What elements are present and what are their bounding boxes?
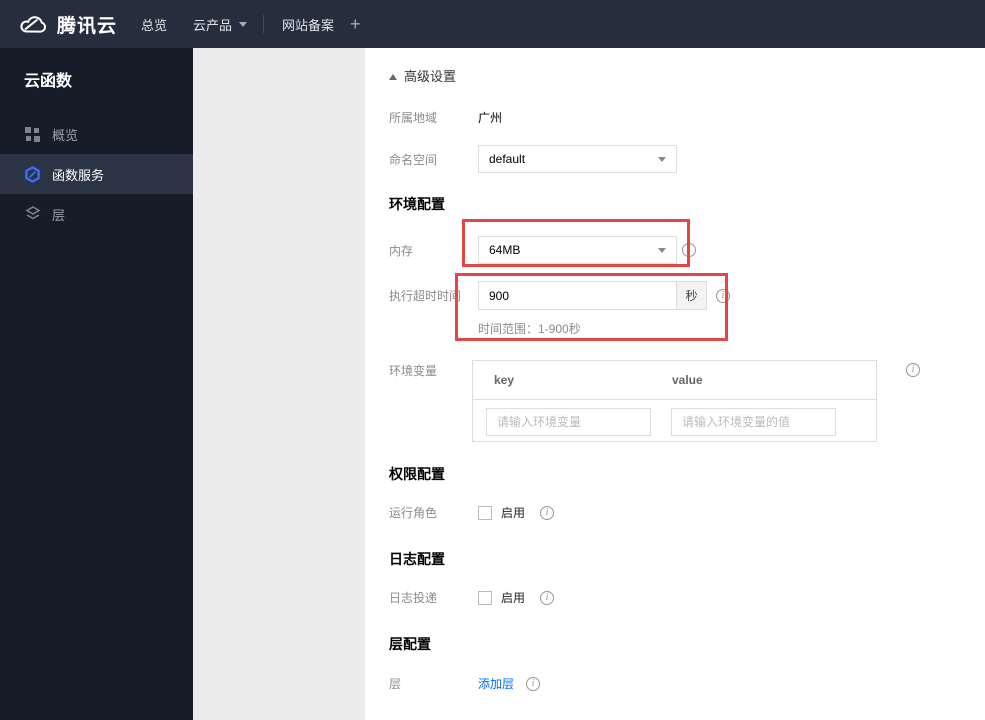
- collapse-arrow-icon: [389, 70, 397, 80]
- chevron-down-icon: [658, 247, 666, 257]
- log-delivery-row: 日志投递 启用: [389, 589, 555, 606]
- env-value-header: value: [672, 373, 703, 387]
- chevron-down-icon: [239, 21, 248, 31]
- timeout-hint: 时间范围：1-900秒: [478, 322, 581, 336]
- env-vars-row: 环境变量: [389, 362, 478, 379]
- add-layer-link[interactable]: 添加层: [478, 675, 514, 692]
- memory-select[interactable]: 64MB: [478, 236, 677, 264]
- tencent-cloud-logo[interactable]: 腾讯云: [18, 0, 117, 48]
- layer-row: 层 添加层: [389, 675, 541, 692]
- nav-overview[interactable]: 总览: [141, 15, 167, 34]
- section-env-config: 环境配置: [389, 196, 445, 212]
- run-role-enable-label: 启用: [501, 506, 526, 520]
- sidebar-item-label: 函数服务: [52, 167, 105, 183]
- app-window: 腾讯云 总览 云产品 网站备案 + 云函数 概览 函数服务 层 高级设置 所属地…: [0, 0, 985, 720]
- env-vars-info-icon[interactable]: [906, 363, 920, 377]
- env-vars-input-row: [473, 400, 876, 436]
- region-label: 所属地域: [389, 110, 438, 125]
- namespace-select[interactable]: default: [478, 145, 677, 173]
- timeout-info-icon[interactable]: [716, 289, 730, 303]
- sidebar-item-layers[interactable]: 层: [0, 194, 193, 234]
- sidebar-item-label: 概览: [52, 127, 79, 143]
- scf-icon: [24, 165, 41, 183]
- memory-selected-value: 64MB: [489, 243, 521, 257]
- grid-icon: [24, 126, 41, 143]
- timeout-row: 执行超时时间 秒: [389, 281, 707, 310]
- cloud-logo-icon: [20, 16, 47, 33]
- secondary-panel: [193, 48, 365, 720]
- sidebar-item-overview[interactable]: 概览: [0, 114, 193, 154]
- sidebar-item-function-service[interactable]: 函数服务: [0, 154, 193, 194]
- nav-divider: [263, 15, 265, 33]
- sidebar: 云函数 概览 函数服务 层: [0, 48, 193, 720]
- sidebar-item-label: 层: [52, 207, 66, 223]
- run-role-row: 运行角色 启用: [389, 504, 555, 521]
- region-value: 广州: [478, 110, 503, 125]
- nav-icp-filing[interactable]: 网站备案: [282, 15, 334, 34]
- advanced-settings-toggle[interactable]: 高级设置: [389, 66, 456, 85]
- env-value-input[interactable]: [671, 408, 836, 436]
- memory-label: 内存: [389, 243, 414, 258]
- log-delivery-label: 日志投递: [389, 591, 438, 605]
- topbar-nav: 总览 云产品 网站备案 +: [141, 0, 361, 48]
- run-role-info-icon[interactable]: [540, 505, 555, 520]
- sidebar-title: 云函数: [24, 73, 73, 90]
- timeout-label: 执行超时时间: [389, 289, 462, 303]
- topbar: 腾讯云 总览 云产品 网站备案 +: [0, 0, 985, 48]
- log-delivery-enable-label: 启用: [501, 591, 526, 605]
- timeout-input[interactable]: [478, 281, 677, 310]
- namespace-row: 命名空间 default: [389, 145, 677, 173]
- logo-text: 腾讯云: [57, 15, 118, 37]
- namespace-selected-value: default: [489, 152, 526, 166]
- add-tab-button[interactable]: +: [350, 14, 361, 35]
- sidebar-menu: 概览 函数服务 层: [0, 114, 193, 234]
- env-vars-header: key value: [473, 361, 876, 400]
- section-log-config: 日志配置: [389, 551, 445, 567]
- advanced-settings-label: 高级设置: [404, 69, 457, 84]
- section-layer-config: 层配置: [389, 636, 431, 652]
- log-delivery-info-icon[interactable]: [540, 590, 555, 605]
- add-layer-info-icon[interactable]: [526, 676, 541, 691]
- env-key-input[interactable]: [486, 408, 651, 436]
- region-row: 所属地域 广州: [389, 103, 502, 131]
- run-role-label: 运行角色: [389, 506, 438, 520]
- env-vars-table: key value: [472, 360, 877, 442]
- timeout-unit: 秒: [677, 281, 707, 310]
- chevron-down-icon: [658, 156, 666, 166]
- env-vars-label: 环境变量: [389, 364, 438, 378]
- layer-label: 层: [389, 677, 402, 691]
- layers-icon: [24, 206, 41, 223]
- log-delivery-checkbox[interactable]: [478, 590, 492, 605]
- env-key-header: key: [494, 373, 515, 387]
- memory-row: 内存 64MB: [389, 236, 677, 264]
- namespace-label: 命名空间: [389, 152, 438, 167]
- run-role-checkbox[interactable]: [478, 505, 492, 520]
- section-perm-config: 权限配置: [389, 466, 445, 482]
- memory-info-icon[interactable]: [682, 243, 696, 257]
- nav-cloud-products[interactable]: 云产品: [193, 15, 248, 34]
- main-content: 高级设置 所属地域 广州 命名空间 default 环境配置 内存 64MB i…: [365, 48, 985, 720]
